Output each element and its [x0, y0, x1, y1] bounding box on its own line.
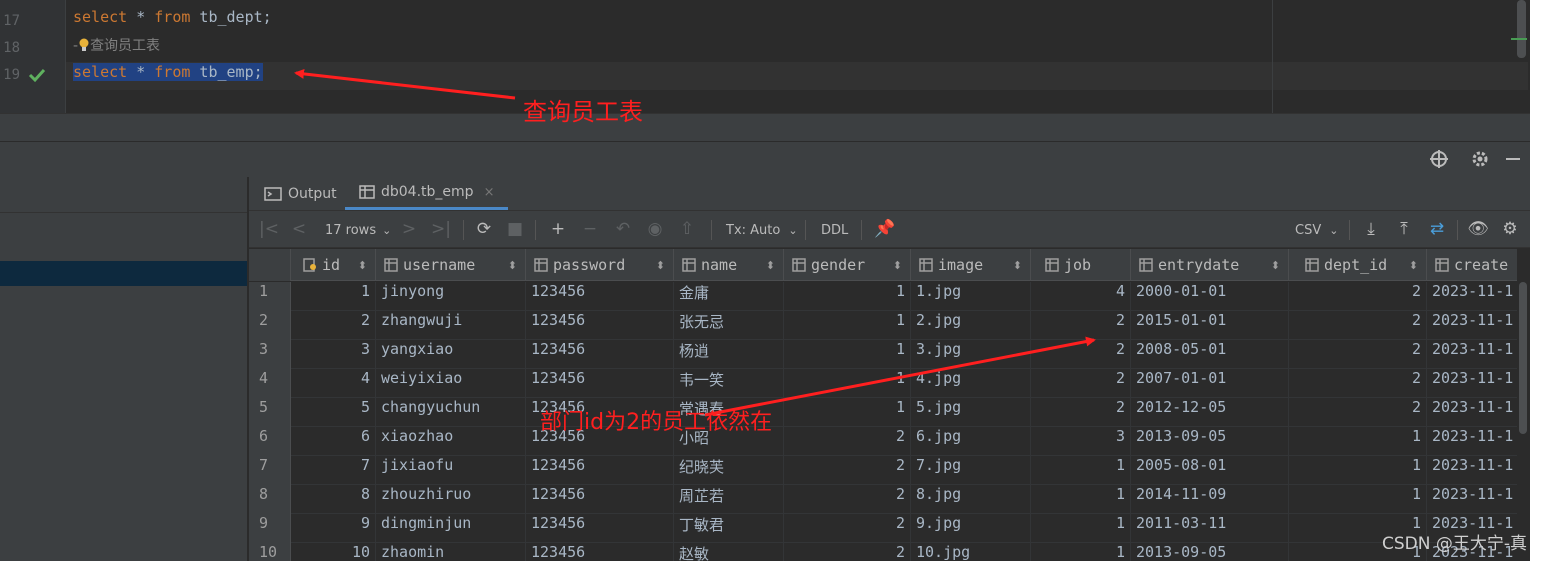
watermark: CSDN @王大宁-真 [1382, 534, 1528, 554]
annotation-query-label: 查询员工表 [523, 98, 643, 126]
annotation-arrows [294, 68, 1096, 417]
annotation-dept-label: 部门id为2的员工依然在 [540, 410, 773, 435]
arrow-to-query [294, 68, 516, 100]
